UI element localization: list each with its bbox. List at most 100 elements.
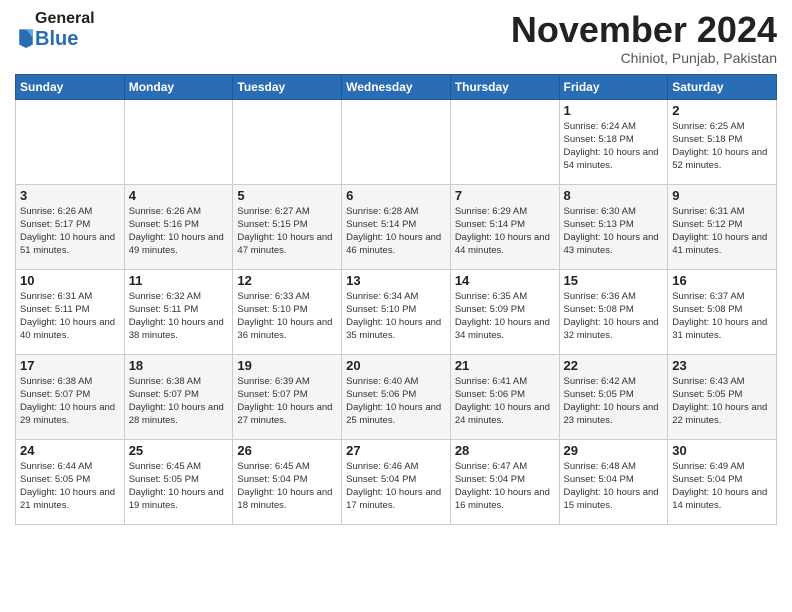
calendar-week-4: 17 Sunrise: 6:38 AM Sunset: 5:07 PM Dayli…: [16, 354, 777, 439]
calendar-cell: 13Sunrise: 6:34 AM Sunset: 5:10 PM Dayli…: [342, 269, 451, 354]
calendar-cell: 1 Sunrise: 6:24 AM Sunset: 5:18 PM Daylig…: [559, 99, 668, 184]
calendar-table: Sunday Monday Tuesday Wednesday Thursday…: [15, 74, 777, 525]
calendar-cell: 23 Sunrise: 6:43 AM Sunset: 5:05 PM Dayli…: [668, 354, 777, 439]
day-number: 29: [564, 443, 664, 458]
calendar-cell: 28 Sunrise: 6:47 AM Sunset: 5:04 PM Dayli…: [450, 439, 559, 524]
day-info: Sunrise: 6:37 AM Sunset: 5:08 PM Dayligh…: [672, 290, 772, 343]
calendar-body: 1 Sunrise: 6:24 AM Sunset: 5:18 PM Daylig…: [16, 99, 777, 524]
calendar-header: Sunday Monday Tuesday Wednesday Thursday…: [16, 74, 777, 99]
calendar-cell: 9Sunrise: 6:31 AM Sunset: 5:12 PM Daylig…: [668, 184, 777, 269]
day-info: Sunrise: 6:38 AM Sunset: 5:07 PM Dayligh…: [129, 375, 229, 428]
day-number: 19: [237, 358, 337, 373]
calendar-cell: 2Sunrise: 6:25 AM Sunset: 5:18 PM Daylig…: [668, 99, 777, 184]
calendar-cell: 3Sunrise: 6:26 AM Sunset: 5:17 PM Daylig…: [16, 184, 125, 269]
logo: General Blue: [15, 10, 95, 50]
month-title: November 2024: [511, 10, 777, 50]
day-number: 22: [564, 358, 664, 373]
day-info: Sunrise: 6:47 AM Sunset: 5:04 PM Dayligh…: [455, 460, 555, 513]
day-number: 20: [346, 358, 446, 373]
day-info: Sunrise: 6:43 AM Sunset: 5:05 PM Dayligh…: [672, 375, 772, 428]
day-number: 15: [564, 273, 664, 288]
calendar-cell: 20 Sunrise: 6:40 AM Sunset: 5:06 PM Dayli…: [342, 354, 451, 439]
day-number: 27: [346, 443, 446, 458]
col-friday: Friday: [559, 74, 668, 99]
day-info: Sunrise: 6:30 AM Sunset: 5:13 PM Dayligh…: [564, 205, 664, 258]
day-number: 14: [455, 273, 555, 288]
calendar-cell: 27 Sunrise: 6:46 AM Sunset: 5:04 PM Dayli…: [342, 439, 451, 524]
calendar-cell: 30 Sunrise: 6:49 AM Sunset: 5:04 PM Dayli…: [668, 439, 777, 524]
calendar-cell: 29 Sunrise: 6:48 AM Sunset: 5:04 PM Dayli…: [559, 439, 668, 524]
day-number: 18: [129, 358, 229, 373]
day-number: 25: [129, 443, 229, 458]
calendar-cell: 11 Sunrise: 6:32 AM Sunset: 5:11 PM Dayli…: [124, 269, 233, 354]
day-info: Sunrise: 6:31 AM Sunset: 5:11 PM Dayligh…: [20, 290, 120, 343]
calendar-cell: 12Sunrise: 6:33 AM Sunset: 5:10 PM Dayli…: [233, 269, 342, 354]
weekday-row: Sunday Monday Tuesday Wednesday Thursday…: [16, 74, 777, 99]
day-info: Sunrise: 6:46 AM Sunset: 5:04 PM Dayligh…: [346, 460, 446, 513]
calendar-week-5: 24Sunrise: 6:44 AM Sunset: 5:05 PM Dayli…: [16, 439, 777, 524]
col-tuesday: Tuesday: [233, 74, 342, 99]
calendar-cell: 16 Sunrise: 6:37 AM Sunset: 5:08 PM Dayli…: [668, 269, 777, 354]
day-number: 26: [237, 443, 337, 458]
day-info: Sunrise: 6:32 AM Sunset: 5:11 PM Dayligh…: [129, 290, 229, 343]
calendar-cell: [342, 99, 451, 184]
calendar-cell: [124, 99, 233, 184]
calendar-cell: 14 Sunrise: 6:35 AM Sunset: 5:09 PM Dayli…: [450, 269, 559, 354]
day-info: Sunrise: 6:28 AM Sunset: 5:14 PM Dayligh…: [346, 205, 446, 258]
page: General Blue November 2024 Chiniot, Punj…: [0, 0, 792, 612]
col-monday: Monday: [124, 74, 233, 99]
logo-icon: [17, 26, 35, 48]
day-info: Sunrise: 6:48 AM Sunset: 5:04 PM Dayligh…: [564, 460, 664, 513]
day-info: Sunrise: 6:42 AM Sunset: 5:05 PM Dayligh…: [564, 375, 664, 428]
col-sunday: Sunday: [16, 74, 125, 99]
day-number: 1: [564, 103, 664, 118]
location-subtitle: Chiniot, Punjab, Pakistan: [511, 50, 777, 66]
day-info: Sunrise: 6:35 AM Sunset: 5:09 PM Dayligh…: [455, 290, 555, 343]
calendar-cell: 19Sunrise: 6:39 AM Sunset: 5:07 PM Dayli…: [233, 354, 342, 439]
day-number: 23: [672, 358, 772, 373]
calendar-cell: 8Sunrise: 6:30 AM Sunset: 5:13 PM Daylig…: [559, 184, 668, 269]
day-info: Sunrise: 6:40 AM Sunset: 5:06 PM Dayligh…: [346, 375, 446, 428]
day-number: 9: [672, 188, 772, 203]
day-number: 28: [455, 443, 555, 458]
day-info: Sunrise: 6:29 AM Sunset: 5:14 PM Dayligh…: [455, 205, 555, 258]
day-number: 17: [20, 358, 120, 373]
day-info: Sunrise: 6:27 AM Sunset: 5:15 PM Dayligh…: [237, 205, 337, 258]
calendar-cell: 18 Sunrise: 6:38 AM Sunset: 5:07 PM Dayli…: [124, 354, 233, 439]
calendar-week-1: 1 Sunrise: 6:24 AM Sunset: 5:18 PM Daylig…: [16, 99, 777, 184]
calendar-cell: 24Sunrise: 6:44 AM Sunset: 5:05 PM Dayli…: [16, 439, 125, 524]
calendar-cell: 22 Sunrise: 6:42 AM Sunset: 5:05 PM Dayli…: [559, 354, 668, 439]
calendar-week-3: 10 Sunrise: 6:31 AM Sunset: 5:11 PM Dayli…: [16, 269, 777, 354]
calendar-cell: 6 Sunrise: 6:28 AM Sunset: 5:14 PM Daylig…: [342, 184, 451, 269]
logo-text: General Blue: [35, 10, 95, 50]
calendar-cell: 4 Sunrise: 6:26 AM Sunset: 5:16 PM Daylig…: [124, 184, 233, 269]
day-number: 30: [672, 443, 772, 458]
col-saturday: Saturday: [668, 74, 777, 99]
calendar-cell: 17 Sunrise: 6:38 AM Sunset: 5:07 PM Dayli…: [16, 354, 125, 439]
calendar-cell: 7Sunrise: 6:29 AM Sunset: 5:14 PM Daylig…: [450, 184, 559, 269]
day-info: Sunrise: 6:26 AM Sunset: 5:16 PM Dayligh…: [129, 205, 229, 258]
col-thursday: Thursday: [450, 74, 559, 99]
day-number: 13: [346, 273, 446, 288]
day-number: 10: [20, 273, 120, 288]
day-number: 6: [346, 188, 446, 203]
day-number: 21: [455, 358, 555, 373]
calendar-cell: 26 Sunrise: 6:45 AM Sunset: 5:04 PM Dayli…: [233, 439, 342, 524]
day-info: Sunrise: 6:49 AM Sunset: 5:04 PM Dayligh…: [672, 460, 772, 513]
day-number: 11: [129, 273, 229, 288]
day-number: 2: [672, 103, 772, 118]
day-number: 12: [237, 273, 337, 288]
day-number: 5: [237, 188, 337, 203]
logo-blue: Blue: [35, 28, 95, 50]
day-info: Sunrise: 6:38 AM Sunset: 5:07 PM Dayligh…: [20, 375, 120, 428]
calendar-cell: 25Sunrise: 6:45 AM Sunset: 5:05 PM Dayli…: [124, 439, 233, 524]
day-info: Sunrise: 6:45 AM Sunset: 5:04 PM Dayligh…: [237, 460, 337, 513]
calendar-cell: [16, 99, 125, 184]
day-info: Sunrise: 6:24 AM Sunset: 5:18 PM Dayligh…: [564, 120, 664, 173]
day-number: 16: [672, 273, 772, 288]
day-number: 4: [129, 188, 229, 203]
day-info: Sunrise: 6:44 AM Sunset: 5:05 PM Dayligh…: [20, 460, 120, 513]
calendar-cell: 21Sunrise: 6:41 AM Sunset: 5:06 PM Dayli…: [450, 354, 559, 439]
calendar-cell: [233, 99, 342, 184]
title-block: November 2024 Chiniot, Punjab, Pakistan: [511, 10, 777, 66]
